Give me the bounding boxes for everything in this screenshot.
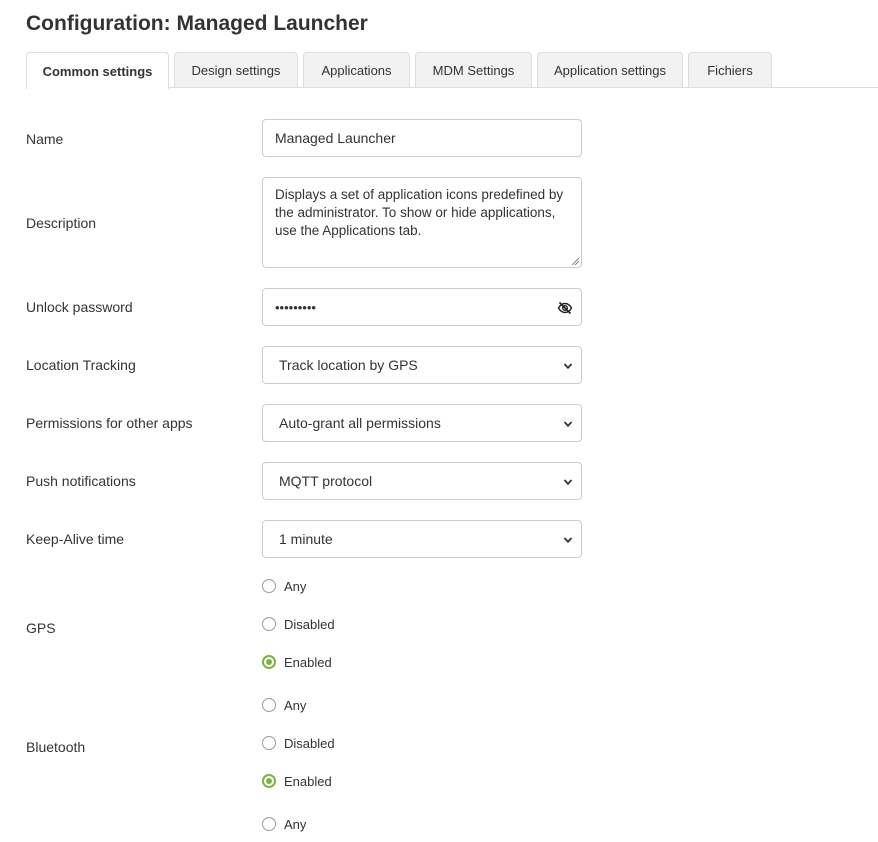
- description-textarea[interactable]: Displays a set of application icons pred…: [262, 177, 582, 268]
- name-label: Name: [26, 131, 64, 147]
- push-notifications-value: MQTT protocol: [279, 473, 373, 489]
- bluetooth-option-disabled[interactable]: Disabled: [262, 735, 335, 751]
- bluetooth-option-disabled-label: Disabled: [284, 735, 335, 751]
- gps-label: GPS: [26, 620, 56, 636]
- bluetooth-option-any-label: Any: [284, 697, 307, 713]
- gps-option-any[interactable]: Any: [262, 578, 306, 594]
- configuration-page: Configuration: Managed Launcher Common s…: [0, 0, 878, 842]
- gps-option-disabled[interactable]: Disabled: [262, 616, 335, 632]
- description-value: Displays a set of application icons pred…: [275, 187, 564, 238]
- permissions-label: Permissions for other apps: [26, 415, 193, 431]
- tab-applications[interactable]: Applications: [303, 52, 410, 87]
- radio-button[interactable]: [262, 617, 276, 631]
- eye-slash-icon[interactable]: [557, 300, 573, 316]
- password-value: •••••••••: [275, 299, 316, 315]
- permissions-value: Auto-grant all permissions: [279, 415, 441, 431]
- radio-button[interactable]: [262, 817, 276, 831]
- tab-design-settings[interactable]: Design settings: [174, 52, 298, 87]
- radio-button[interactable]: [262, 579, 276, 593]
- radio-button-checked[interactable]: [262, 774, 276, 788]
- chevron-down-icon: [563, 421, 573, 428]
- location-tracking-value: Track location by GPS: [279, 357, 418, 373]
- chevron-down-icon: [563, 479, 573, 486]
- unlock-password-label: Unlock password: [26, 299, 133, 315]
- bluetooth-option-enabled-label: Enabled: [284, 773, 332, 789]
- tab-application-settings[interactable]: Application settings: [537, 52, 683, 87]
- gps-option-enabled-label: Enabled: [284, 654, 332, 670]
- unlock-password-input[interactable]: •••••••••: [262, 288, 582, 326]
- radio-button[interactable]: [262, 736, 276, 750]
- keep-alive-select[interactable]: 1 minute: [262, 520, 582, 558]
- tab-fichiers[interactable]: Fichiers: [688, 52, 772, 87]
- name-input[interactable]: Managed Launcher: [262, 119, 582, 157]
- tab-common-settings[interactable]: Common settings: [26, 52, 169, 89]
- gps-option-disabled-label: Disabled: [284, 616, 335, 632]
- page-title: Configuration: Managed Launcher: [26, 12, 368, 35]
- keep-alive-value: 1 minute: [279, 531, 333, 547]
- description-label: Description: [26, 215, 97, 231]
- push-notifications-select[interactable]: MQTT protocol: [262, 462, 582, 500]
- radio-button[interactable]: [262, 698, 276, 712]
- gps-option-any-label: Any: [284, 578, 307, 594]
- resize-grip-icon[interactable]: [571, 257, 579, 265]
- next-group-option-any[interactable]: Any: [262, 816, 306, 832]
- bluetooth-option-enabled[interactable]: Enabled: [262, 773, 332, 789]
- location-tracking-label: Location Tracking: [26, 357, 136, 373]
- permissions-select[interactable]: Auto-grant all permissions: [262, 404, 582, 442]
- chevron-down-icon: [563, 537, 573, 544]
- chevron-down-icon: [563, 363, 573, 370]
- name-value: Managed Launcher: [275, 130, 396, 146]
- keep-alive-label: Keep-Alive time: [26, 531, 125, 547]
- next-group-option-any-label: Any: [284, 816, 307, 832]
- gps-option-enabled[interactable]: Enabled: [262, 654, 332, 670]
- bluetooth-label: Bluetooth: [26, 739, 86, 755]
- location-tracking-select[interactable]: Track location by GPS: [262, 346, 582, 384]
- push-notifications-label: Push notifications: [26, 473, 136, 489]
- radio-button-checked[interactable]: [262, 655, 276, 669]
- tab-mdm-settings[interactable]: MDM Settings: [415, 52, 532, 87]
- bluetooth-option-any[interactable]: Any: [262, 697, 306, 713]
